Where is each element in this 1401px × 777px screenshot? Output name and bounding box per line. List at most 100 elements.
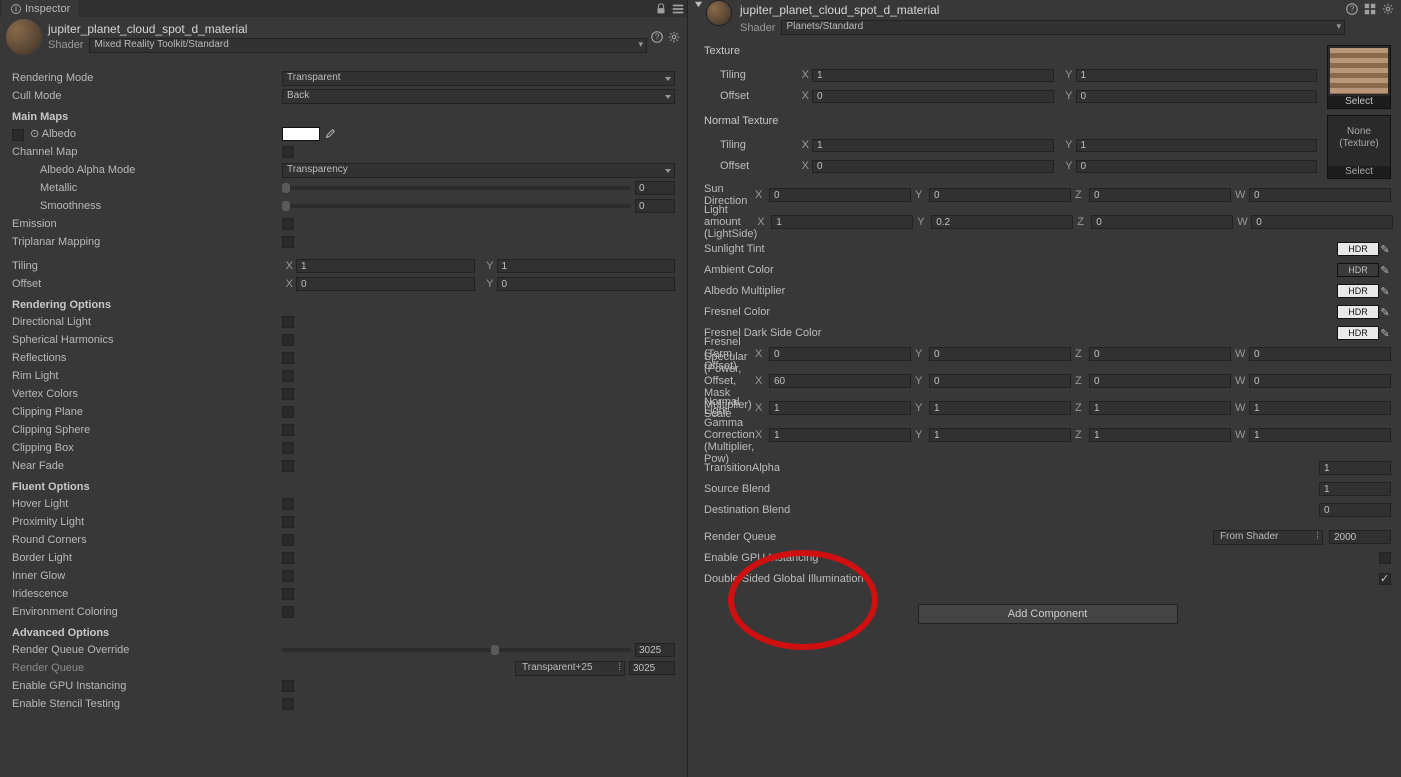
smoothness-slider[interactable]: [282, 204, 631, 208]
inner-glow-checkbox[interactable]: [282, 570, 294, 582]
lock-icon[interactable]: [654, 2, 668, 16]
gpu-instancing-checkbox[interactable]: [1379, 552, 1391, 564]
albedo-texture-slot[interactable]: [12, 129, 24, 141]
light-amount-w[interactable]: [1251, 215, 1393, 229]
vertex-colors-checkbox[interactable]: [282, 388, 294, 400]
specular-y[interactable]: [929, 374, 1071, 388]
gpu-instancing-checkbox[interactable]: [282, 680, 294, 692]
render-queue-dropdown[interactable]: Transparent+25: [515, 661, 625, 676]
fresnel-color-hdr[interactable]: HDR: [1337, 305, 1379, 319]
eyedropper-icon[interactable]: ✎: [1379, 326, 1391, 340]
ntex-tiling-y[interactable]: [1076, 139, 1318, 152]
light-gamma-x[interactable]: [769, 428, 911, 442]
ntex-tiling-x[interactable]: [812, 139, 1054, 152]
render-queue-value[interactable]: [1329, 530, 1391, 544]
queue-override-value[interactable]: [635, 643, 675, 657]
border-light-checkbox[interactable]: [282, 552, 294, 564]
directional-light-checkbox[interactable]: [282, 316, 294, 328]
ntex-offset-x[interactable]: [812, 160, 1054, 173]
light-gamma-y[interactable]: [929, 428, 1071, 442]
near-fade-checkbox[interactable]: [282, 460, 294, 472]
fresnel-term-y[interactable]: [929, 347, 1071, 361]
light-amount-y[interactable]: [931, 215, 1073, 229]
tex-tiling-x[interactable]: [812, 69, 1054, 82]
add-component-button[interactable]: Add Component: [918, 604, 1178, 624]
cull-mode-dropdown[interactable]: Back: [282, 89, 675, 104]
texture-slot[interactable]: Select: [1327, 45, 1391, 109]
dropdown-icon[interactable]: [671, 2, 685, 16]
gear-icon[interactable]: [1381, 2, 1395, 16]
specular-x[interactable]: [769, 374, 911, 388]
help-icon[interactable]: ?: [650, 30, 664, 44]
transition-alpha-value[interactable]: [1319, 461, 1391, 475]
smoothness-value[interactable]: [635, 199, 675, 213]
proximity-light-checkbox[interactable]: [282, 516, 294, 528]
offset-x[interactable]: [296, 277, 475, 291]
eyedropper-icon[interactable]: ✎: [1379, 284, 1391, 298]
normal-scale-w[interactable]: [1249, 401, 1391, 415]
albedo-alpha-mode-dropdown[interactable]: Transparency: [282, 163, 675, 178]
rendering-mode-dropdown[interactable]: Transparent: [282, 71, 675, 86]
light-amount-x[interactable]: [771, 215, 913, 229]
normal-scale-z[interactable]: [1089, 401, 1231, 415]
spherical-harmonics-checkbox[interactable]: [282, 334, 294, 346]
tiling-y[interactable]: [497, 259, 676, 273]
channel-map-checkbox[interactable]: [282, 146, 294, 158]
light-amount-z[interactable]: [1091, 215, 1233, 229]
sun-dir-y[interactable]: [929, 188, 1071, 202]
clipping-plane-checkbox[interactable]: [282, 406, 294, 418]
reflections-checkbox[interactable]: [282, 352, 294, 364]
shader-dropdown[interactable]: Mixed Reality Toolkit/Standard: [89, 38, 647, 53]
environment-coloring-checkbox[interactable]: [282, 606, 294, 618]
round-corners-checkbox[interactable]: [282, 534, 294, 546]
render-queue-dropdown[interactable]: From Shader: [1213, 530, 1323, 545]
light-gamma-w[interactable]: [1249, 428, 1391, 442]
metallic-slider[interactable]: [282, 186, 631, 190]
tex-offset-x[interactable]: [812, 90, 1054, 103]
hover-light-checkbox[interactable]: [282, 498, 294, 510]
double-sided-gi-checkbox[interactable]: [1379, 573, 1391, 585]
light-gamma-z[interactable]: [1089, 428, 1231, 442]
fresnel-term-w[interactable]: [1249, 347, 1391, 361]
normal-scale-y[interactable]: [929, 401, 1071, 415]
fresnel-term-x[interactable]: [769, 347, 911, 361]
stencil-testing-checkbox[interactable]: [282, 698, 294, 710]
gear-cog-icon[interactable]: [667, 30, 681, 44]
shader-dropdown[interactable]: Planets/Standard: [781, 20, 1345, 35]
foldout-icon[interactable]: [694, 0, 703, 9]
tex-offset-y[interactable]: [1076, 90, 1318, 103]
emission-checkbox[interactable]: [282, 218, 294, 230]
ntex-offset-y[interactable]: [1076, 160, 1318, 173]
albedo-multiplier-hdr[interactable]: HDR: [1337, 284, 1379, 298]
eyedropper-icon[interactable]: [324, 128, 336, 140]
metallic-value[interactable]: [635, 181, 675, 195]
specular-w[interactable]: [1249, 374, 1391, 388]
queue-override-slider[interactable]: [282, 648, 631, 652]
render-queue-value[interactable]: [629, 661, 675, 675]
eyedropper-icon[interactable]: ✎: [1379, 242, 1391, 256]
preset-icon[interactable]: [1363, 2, 1377, 16]
rim-light-checkbox[interactable]: [282, 370, 294, 382]
albedo-color-swatch[interactable]: [282, 127, 320, 141]
iridescence-checkbox[interactable]: [282, 588, 294, 600]
eyedropper-icon[interactable]: ✎: [1379, 263, 1391, 277]
inspector-tab[interactable]: Inspector: [2, 0, 78, 17]
eyedropper-icon[interactable]: ✎: [1379, 305, 1391, 319]
sunlight-tint-hdr[interactable]: HDR: [1337, 242, 1379, 256]
destination-blend-value[interactable]: [1319, 503, 1391, 517]
ambient-color-hdr[interactable]: HDR: [1337, 263, 1379, 277]
sun-dir-w[interactable]: [1249, 188, 1391, 202]
help-icon[interactable]: ?: [1345, 2, 1359, 16]
source-blend-value[interactable]: [1319, 482, 1391, 496]
fresnel-dark-hdr[interactable]: HDR: [1337, 326, 1379, 340]
tiling-x[interactable]: [296, 259, 475, 273]
specular-z[interactable]: [1089, 374, 1231, 388]
triplanar-checkbox[interactable]: [282, 236, 294, 248]
offset-y[interactable]: [497, 277, 676, 291]
tex-tiling-y[interactable]: [1076, 69, 1318, 82]
sun-dir-z[interactable]: [1089, 188, 1231, 202]
clipping-box-checkbox[interactable]: [282, 442, 294, 454]
normal-scale-x[interactable]: [769, 401, 911, 415]
sun-dir-x[interactable]: [769, 188, 911, 202]
normal-texture-slot[interactable]: None (Texture) Select: [1327, 115, 1391, 179]
